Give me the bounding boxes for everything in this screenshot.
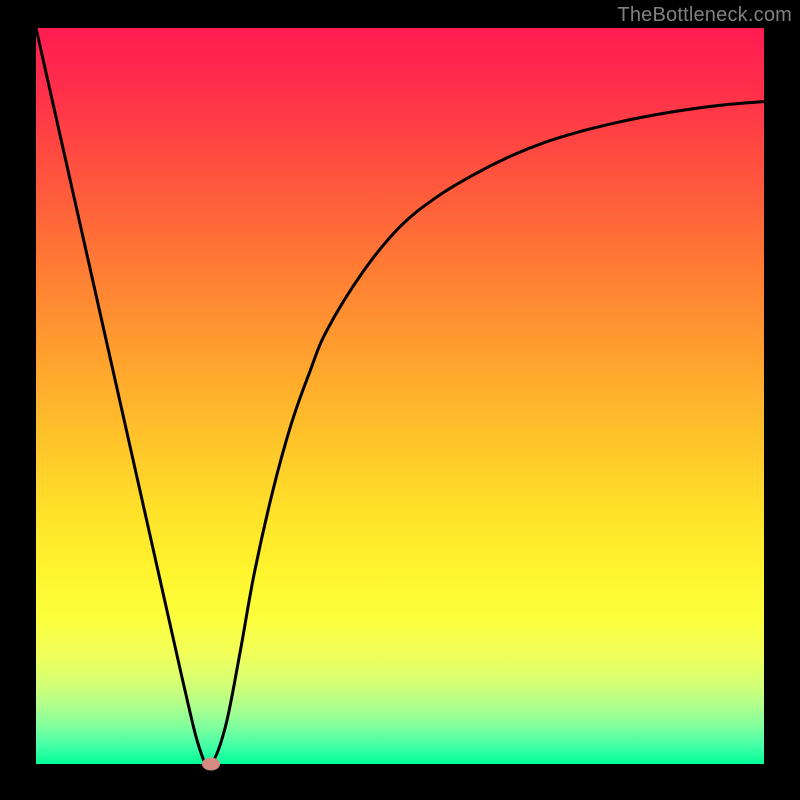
watermark-text: TheBottleneck.com bbox=[617, 4, 792, 27]
chart-frame: TheBottleneck.com bbox=[0, 0, 800, 800]
curve-svg bbox=[36, 28, 764, 764]
bottleneck-curve bbox=[36, 28, 764, 764]
optimum-marker bbox=[202, 758, 220, 771]
plot-area bbox=[36, 28, 764, 764]
